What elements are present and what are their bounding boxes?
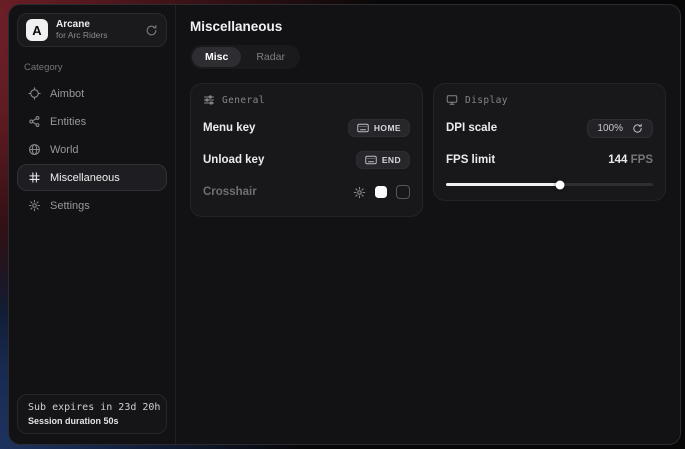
sidebar-item-label: Aimbot: [50, 88, 84, 100]
sidebar-item-label: World: [50, 144, 79, 156]
sidebar: A Arcane for Arc Riders Category: [9, 5, 176, 444]
page-title: Miscellaneous: [190, 19, 666, 34]
tab-misc[interactable]: Misc: [192, 47, 241, 67]
brand-text: Arcane for Arc Riders: [56, 19, 137, 40]
misc-grid-icon: [28, 171, 41, 184]
fps-unit: FPS: [631, 154, 653, 166]
session-duration-text: Session duration 50s: [28, 416, 156, 426]
crosshair-settings-gear-icon[interactable]: [353, 186, 366, 199]
unload-key-button[interactable]: END: [356, 151, 410, 169]
fps-slider-track[interactable]: [446, 183, 653, 186]
unload-key-label: Unload key: [203, 154, 264, 166]
dpi-scale-label: DPI scale: [446, 122, 497, 134]
general-card: General Menu key HOME: [190, 83, 423, 217]
cards-row: General Menu key HOME: [190, 83, 666, 217]
crosshair-icon: [28, 87, 41, 100]
display-card: Display DPI scale 100%: [433, 83, 666, 201]
entities-icon: [28, 115, 41, 128]
main-panel: Miscellaneous Misc Radar General: [176, 5, 680, 444]
globe-icon: [28, 143, 41, 156]
menu-key-label: Menu key: [203, 122, 255, 134]
display-card-title: Display: [465, 95, 508, 106]
crosshair-label: Crosshair: [203, 186, 257, 198]
fps-number: 144: [608, 154, 627, 166]
brand-card: A Arcane for Arc Riders: [17, 13, 167, 47]
dpi-scale-value: 100%: [597, 123, 623, 134]
gear-icon: [28, 199, 41, 212]
dpi-scale-row: DPI scale 100%: [446, 118, 653, 138]
subscription-card: Sub expires in 23d 20h Session duration …: [17, 394, 167, 434]
sidebar-item-settings[interactable]: Settings: [17, 192, 167, 219]
crosshair-row: Crosshair: [203, 182, 410, 202]
sidebar-nav: Aimbot Entities: [17, 80, 167, 219]
general-card-header: General: [203, 94, 410, 106]
unload-key-value: END: [382, 155, 401, 165]
menu-key-row: Menu key HOME: [203, 118, 410, 138]
sidebar-item-world[interactable]: World: [17, 136, 167, 163]
sidebar-item-entities[interactable]: Entities: [17, 108, 167, 135]
menu-key-value: HOME: [374, 123, 401, 133]
brand-logo: A: [26, 19, 48, 41]
brand-subtitle: for Arc Riders: [56, 31, 137, 41]
crosshair-color-swatch[interactable]: [375, 186, 387, 198]
fps-limit-label: FPS limit: [446, 154, 495, 166]
sidebar-item-label: Miscellaneous: [50, 172, 120, 184]
sidebar-item-aimbot[interactable]: Aimbot: [17, 80, 167, 107]
menu-key-button[interactable]: HOME: [348, 119, 410, 137]
sidebar-item-miscellaneous[interactable]: Miscellaneous: [17, 164, 167, 191]
sub-expiry-text: Sub expires in 23d 20h: [28, 402, 156, 413]
fps-limit-value: 144 FPS: [608, 154, 653, 166]
sidebar-item-label: Settings: [50, 200, 90, 212]
crosshair-checkbox[interactable]: [396, 185, 410, 199]
category-label: Category: [24, 62, 160, 73]
tab-bar: Misc Radar: [190, 45, 300, 69]
display-card-header: Display: [446, 94, 653, 106]
sliders-icon: [203, 94, 215, 106]
sidebar-item-label: Entities: [50, 116, 86, 128]
general-card-title: General: [222, 95, 265, 106]
keyboard-icon: [357, 123, 369, 133]
tab-radar[interactable]: Radar: [243, 47, 298, 67]
sync-icon[interactable]: [145, 24, 158, 37]
dpi-scale-control[interactable]: 100%: [587, 119, 653, 138]
refresh-icon[interactable]: [632, 123, 643, 134]
fps-slider-thumb[interactable]: [555, 180, 564, 189]
unload-key-row: Unload key END: [203, 150, 410, 170]
app-window: A Arcane for Arc Riders Category: [8, 4, 681, 445]
crosshair-controls: [353, 185, 410, 199]
keyboard-icon: [365, 155, 377, 165]
fps-slider-fill: [446, 183, 560, 186]
fps-limit-row: FPS limit 144 FPS: [446, 150, 653, 170]
monitor-icon: [446, 94, 458, 106]
